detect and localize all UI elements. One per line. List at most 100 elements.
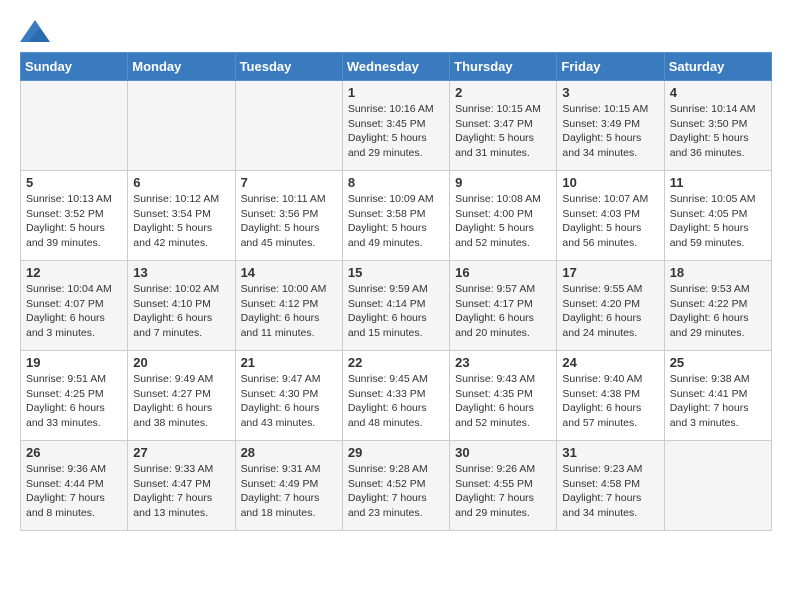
logo [20, 20, 54, 42]
day-number: 28 [241, 445, 337, 460]
day-info: Sunrise: 9:33 AMSunset: 4:47 PMDaylight:… [133, 462, 229, 521]
calendar-cell: 7 Sunrise: 10:11 AMSunset: 3:56 PMDayligh… [235, 171, 342, 261]
header-monday: Monday [128, 53, 235, 81]
day-number: 20 [133, 355, 229, 370]
day-info: Sunrise: 9:57 AMSunset: 4:17 PMDaylight:… [455, 282, 551, 341]
day-number: 5 [26, 175, 122, 190]
calendar-cell [128, 81, 235, 171]
day-number: 21 [241, 355, 337, 370]
calendar-cell: 31Sunrise: 9:23 AMSunset: 4:58 PMDayligh… [557, 441, 664, 531]
day-info: Sunrise: 10:08 AMSunset: 4:00 PMDaylight… [455, 192, 551, 251]
day-info: Sunrise: 9:53 AMSunset: 4:22 PMDaylight:… [670, 282, 766, 341]
calendar-cell: 1 Sunrise: 10:16 AMSunset: 3:45 PMDayligh… [342, 81, 449, 171]
day-number: 14 [241, 265, 337, 280]
day-number: 18 [670, 265, 766, 280]
calendar-cell: 30Sunrise: 9:26 AMSunset: 4:55 PMDayligh… [450, 441, 557, 531]
day-info: Sunrise: 10:11 AMSunset: 3:56 PMDaylight… [241, 192, 337, 251]
calendar-cell: 28 Sunrise: 9:31 AMSunset: 4:49 PMDayligh… [235, 441, 342, 531]
calendar-cell: 25 Sunrise: 9:38 AMSunset: 4:41 PMDayligh… [664, 351, 771, 441]
day-info: Sunrise: 9:38 AMSunset: 4:41 PMDaylight:… [670, 372, 766, 431]
calendar-cell: 14 Sunrise: 10:00 AMSunset: 4:12 PMDaylig… [235, 261, 342, 351]
day-number: 9 [455, 175, 551, 190]
calendar-cell: 8Sunrise: 10:09 AMSunset: 3:58 PMDayligh… [342, 171, 449, 261]
day-info: Sunrise: 10:16 AMSunset: 3:45 PMDaylight… [348, 102, 444, 161]
day-info: Sunrise: 9:31 AMSunset: 4:49 PMDaylight:… [241, 462, 337, 521]
day-number: 6 [133, 175, 229, 190]
day-info: Sunrise: 10:14 AMSunset: 3:50 PMDaylight… [670, 102, 766, 161]
calendar-week-row: 19 Sunrise: 9:51 AMSunset: 4:25 PMDayligh… [21, 351, 772, 441]
calendar-header-row: SundayMondayTuesdayWednesdayThursdayFrid… [21, 53, 772, 81]
day-number: 31 [562, 445, 658, 460]
calendar-cell: 21Sunrise: 9:47 AMSunset: 4:30 PMDayligh… [235, 351, 342, 441]
day-number: 3 [562, 85, 658, 100]
day-number: 27 [133, 445, 229, 460]
day-info: Sunrise: 9:51 AMSunset: 4:25 PMDaylight:… [26, 372, 122, 431]
calendar-cell: 4 Sunrise: 10:14 AMSunset: 3:50 PMDayligh… [664, 81, 771, 171]
day-info: Sunrise: 9:36 AMSunset: 4:44 PMDaylight:… [26, 462, 122, 521]
calendar-cell: 3 Sunrise: 10:15 AMSunset: 3:49 PMDayligh… [557, 81, 664, 171]
day-info: Sunrise: 9:45 AMSunset: 4:33 PMDaylight:… [348, 372, 444, 431]
day-info: Sunrise: 9:43 AMSunset: 4:35 PMDaylight:… [455, 372, 551, 431]
calendar-cell [664, 441, 771, 531]
day-info: Sunrise: 10:12 AMSunset: 3:54 PMDaylight… [133, 192, 229, 251]
day-number: 24 [562, 355, 658, 370]
calendar-cell: 16 Sunrise: 9:57 AMSunset: 4:17 PMDayligh… [450, 261, 557, 351]
logo-icon [20, 20, 50, 42]
day-number: 15 [348, 265, 444, 280]
day-info: Sunrise: 10:09 AMSunset: 3:58 PMDaylight… [348, 192, 444, 251]
day-info: Sunrise: 9:40 AMSunset: 4:38 PMDaylight:… [562, 372, 658, 431]
header-sunday: Sunday [21, 53, 128, 81]
calendar-cell: 11 Sunrise: 10:05 AMSunset: 4:05 PMDaylig… [664, 171, 771, 261]
calendar-cell: 23Sunrise: 9:43 AMSunset: 4:35 PMDayligh… [450, 351, 557, 441]
day-number: 13 [133, 265, 229, 280]
header-wednesday: Wednesday [342, 53, 449, 81]
day-number: 7 [241, 175, 337, 190]
day-number: 11 [670, 175, 766, 190]
header-thursday: Thursday [450, 53, 557, 81]
day-info: Sunrise: 10:02 AMSunset: 4:10 PMDaylight… [133, 282, 229, 341]
day-number: 19 [26, 355, 122, 370]
calendar-cell [235, 81, 342, 171]
day-info: Sunrise: 9:55 AMSunset: 4:20 PMDaylight:… [562, 282, 658, 341]
calendar-cell: 27 Sunrise: 9:33 AMSunset: 4:47 PMDayligh… [128, 441, 235, 531]
day-number: 16 [455, 265, 551, 280]
day-number: 1 [348, 85, 444, 100]
calendar-cell: 5 Sunrise: 10:13 AMSunset: 3:52 PMDayligh… [21, 171, 128, 261]
calendar-cell: 10 Sunrise: 10:07 AMSunset: 4:03 PMDaylig… [557, 171, 664, 261]
calendar-cell: 12 Sunrise: 10:04 AMSunset: 4:07 PMDaylig… [21, 261, 128, 351]
header-friday: Friday [557, 53, 664, 81]
day-number: 26 [26, 445, 122, 460]
calendar-cell: 6 Sunrise: 10:12 AMSunset: 3:54 PMDayligh… [128, 171, 235, 261]
day-number: 4 [670, 85, 766, 100]
day-number: 25 [670, 355, 766, 370]
calendar-cell: 18 Sunrise: 9:53 AMSunset: 4:22 PMDayligh… [664, 261, 771, 351]
day-number: 17 [562, 265, 658, 280]
day-number: 2 [455, 85, 551, 100]
header-tuesday: Tuesday [235, 53, 342, 81]
calendar-week-row: 12 Sunrise: 10:04 AMSunset: 4:07 PMDaylig… [21, 261, 772, 351]
header-saturday: Saturday [664, 53, 771, 81]
calendar-cell [21, 81, 128, 171]
day-info: Sunrise: 9:28 AMSunset: 4:52 PMDaylight:… [348, 462, 444, 521]
day-info: Sunrise: 10:00 AMSunset: 4:12 PMDaylight… [241, 282, 337, 341]
day-info: Sunrise: 10:15 AMSunset: 3:47 PMDaylight… [455, 102, 551, 161]
day-info: Sunrise: 9:26 AMSunset: 4:55 PMDaylight:… [455, 462, 551, 521]
day-info: Sunrise: 10:13 AMSunset: 3:52 PMDaylight… [26, 192, 122, 251]
day-number: 22 [348, 355, 444, 370]
calendar-cell: 13 Sunrise: 10:02 AMSunset: 4:10 PMDaylig… [128, 261, 235, 351]
day-number: 10 [562, 175, 658, 190]
day-info: Sunrise: 10:07 AMSunset: 4:03 PMDaylight… [562, 192, 658, 251]
day-info: Sunrise: 10:05 AMSunset: 4:05 PMDaylight… [670, 192, 766, 251]
calendar-week-row: 1 Sunrise: 10:16 AMSunset: 3:45 PMDayligh… [21, 81, 772, 171]
day-info: Sunrise: 9:59 AMSunset: 4:14 PMDaylight:… [348, 282, 444, 341]
calendar-cell: 26 Sunrise: 9:36 AMSunset: 4:44 PMDayligh… [21, 441, 128, 531]
calendar-week-row: 5 Sunrise: 10:13 AMSunset: 3:52 PMDayligh… [21, 171, 772, 261]
day-info: Sunrise: 10:04 AMSunset: 4:07 PMDaylight… [26, 282, 122, 341]
day-number: 12 [26, 265, 122, 280]
calendar-cell: 19 Sunrise: 9:51 AMSunset: 4:25 PMDayligh… [21, 351, 128, 441]
day-number: 29 [348, 445, 444, 460]
calendar-cell: 24 Sunrise: 9:40 AMSunset: 4:38 PMDayligh… [557, 351, 664, 441]
day-info: Sunrise: 10:15 AMSunset: 3:49 PMDaylight… [562, 102, 658, 161]
calendar-cell: 9 Sunrise: 10:08 AMSunset: 4:00 PMDayligh… [450, 171, 557, 261]
header [20, 20, 772, 42]
